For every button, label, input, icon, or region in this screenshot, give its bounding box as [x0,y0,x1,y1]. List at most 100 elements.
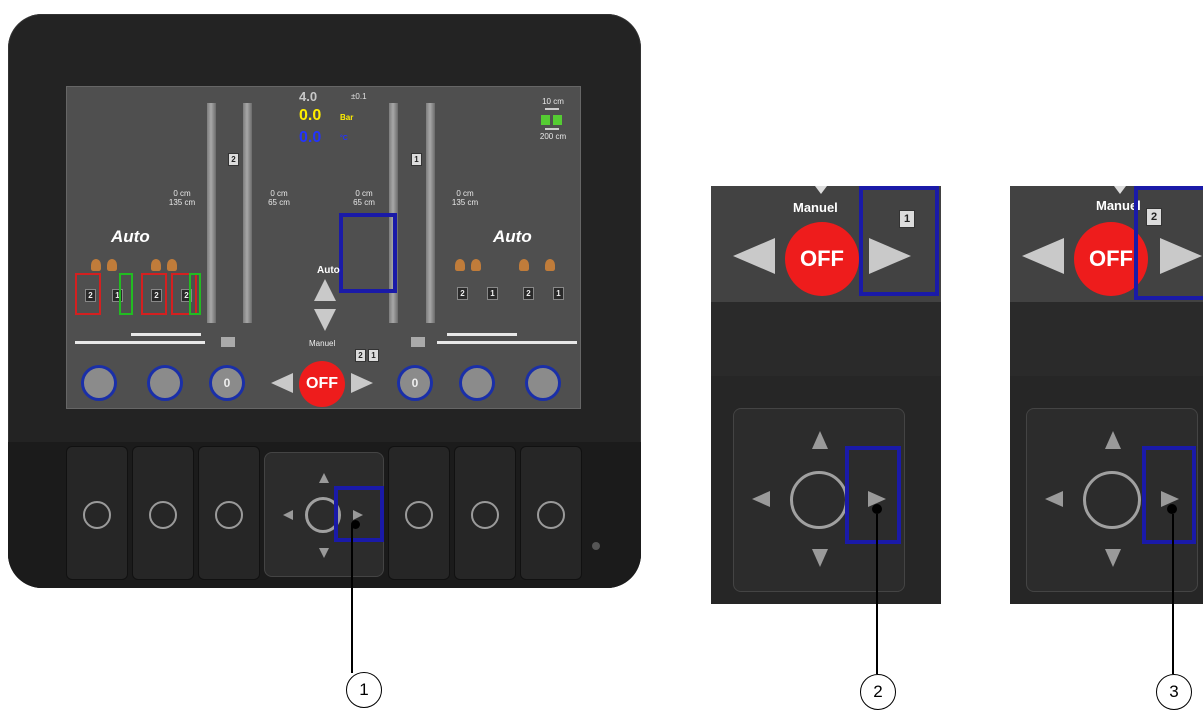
tap-icon [221,337,235,347]
soft-key-ring [83,501,111,529]
bar-badge-1: 1 [411,153,422,166]
column-readout-1-bottom: 135 cm [168,198,196,207]
boom-fold-right-button-2[interactable] [525,365,561,401]
dpad-up-icon[interactable] [812,431,828,449]
nozzle-icon [519,259,529,271]
master-off-button[interactable]: OFF [299,361,345,407]
dpad-right-highlight [334,486,384,542]
column-readout-3-top: 0 cm [355,189,373,198]
soft-key-ring [471,501,499,529]
section-right-3[interactable]: 2 [515,273,541,315]
nozzle-icon [151,259,161,271]
mode-up-arrow-icon[interactable] [314,279,336,301]
soft-key-5[interactable] [454,446,516,580]
center-button[interactable] [790,471,848,529]
soft-key-1[interactable] [66,446,128,580]
dpad-left-icon[interactable] [1045,491,1063,507]
status-led [592,542,600,550]
target-pressure: 4.0 [299,89,318,104]
spacing-top: 10 cm [542,97,564,106]
boom-height-bar-1 [207,103,216,323]
soft-key-ring [537,501,565,529]
column-readout-4-top: 0 cm [456,189,474,198]
soft-key-3[interactable] [198,446,260,580]
bar-badge-2: 2 [228,153,239,166]
nozzle-icon [91,259,101,271]
section-badge: 2 [151,289,162,302]
callout-2-leader [876,514,878,674]
nozzle-green-icon [541,115,550,125]
callout-1-leader [351,525,353,673]
zoom-panel-2: Manuel OFF 1 [711,186,941,604]
callout-1: 1 [346,672,382,708]
nozzle-icon [471,259,481,271]
dpad-left-icon[interactable] [752,491,770,507]
dpad-down-icon[interactable] [319,548,329,558]
dpad-down-icon[interactable] [812,549,828,567]
section-right-1[interactable]: 2 [449,273,475,315]
boom-line-left-2 [131,333,201,336]
boom-fold-left-button[interactable] [81,365,117,401]
callout-3: 3 [1156,674,1192,710]
section-green-frame [119,273,133,315]
section-badge: 1 [553,287,564,300]
section-right-4[interactable]: 1 [545,273,571,315]
tap-icon-2 [411,337,425,347]
zoom-right-highlight [1134,186,1203,300]
soft-key-2[interactable] [132,446,194,580]
left-arrow-icon[interactable] [733,238,775,274]
soft-key-6[interactable] [520,446,582,580]
callout-anchor-dot [1167,504,1177,514]
mode-manuel-label: Manuel [309,339,336,348]
section-badge: 1 [487,287,498,300]
left-arrow-icon[interactable] [1022,238,1064,274]
soft-key-ring [405,501,433,529]
spacing-arrow-icon-2 [545,128,559,130]
pressure-value: 0.0 [299,107,322,124]
boom-fold-left-button-2[interactable] [147,365,183,401]
nozzle-icon [167,259,177,271]
nozzle-green-icon-2 [553,115,562,125]
boom-line-left [75,341,205,344]
dpad-up-icon[interactable] [319,473,329,483]
center-button[interactable] [1083,471,1141,529]
column-readout-1-top: 0 cm [173,189,191,198]
section-badge: 2 [85,289,96,302]
boom-line-right [437,341,577,344]
pressure-unit: Bar [340,113,354,122]
section-badge: 2 [457,287,468,300]
terminal-screen: 2 1 4.0 ±0.1 0.0 Bar 0.0 °C 10 cm 200 cm… [66,86,581,409]
counter-left-button[interactable]: 0 [209,365,245,401]
zoom-panel-3: Manuel OFF 2 [1010,186,1203,604]
dpad-down-icon[interactable] [1105,549,1121,567]
counter-right-button[interactable]: 0 [397,365,433,401]
section-badge: 2 [523,287,534,300]
left-arrow-icon[interactable] [271,373,293,393]
section-right-2[interactable]: 1 [479,273,505,315]
spacing-bottom: 200 cm [539,132,567,141]
right-arrow-icon[interactable] [351,373,373,393]
soft-key-4[interactable] [388,446,450,580]
mode-down-arrow-icon[interactable] [314,309,336,331]
section-select-badge-1: 1 [368,349,379,362]
column-readout-3-bottom: 65 cm [353,198,375,207]
column-readout-2-bottom: 65 cm [268,198,290,207]
nozzle-icon [107,259,117,271]
boom-height-bar-4 [426,103,435,323]
dpad-up-icon[interactable] [1105,431,1121,449]
dpad-left-icon[interactable] [283,510,293,520]
section-2-left-red[interactable]: 2 [75,273,101,315]
section-3-left-red[interactable]: 2 [141,273,167,315]
boom-height-bar-2 [243,103,252,323]
section-select-badge-2: 2 [355,349,366,362]
zoom-manuel-label: Manuel [793,200,838,215]
zoom-dpad-highlight [1142,446,1196,544]
column-readout-2-top: 0 cm [270,189,288,198]
temperature-unit: °C [340,135,348,142]
boom-fold-right-button[interactable] [459,365,495,401]
boom-line-right-2 [447,333,517,336]
zoom-off-button[interactable]: OFF [785,222,859,296]
temperature-value: 0.0 [299,129,322,146]
column-readout-4-bottom: 135 cm [451,198,479,207]
mode-down-arrow-icon [1114,186,1126,194]
